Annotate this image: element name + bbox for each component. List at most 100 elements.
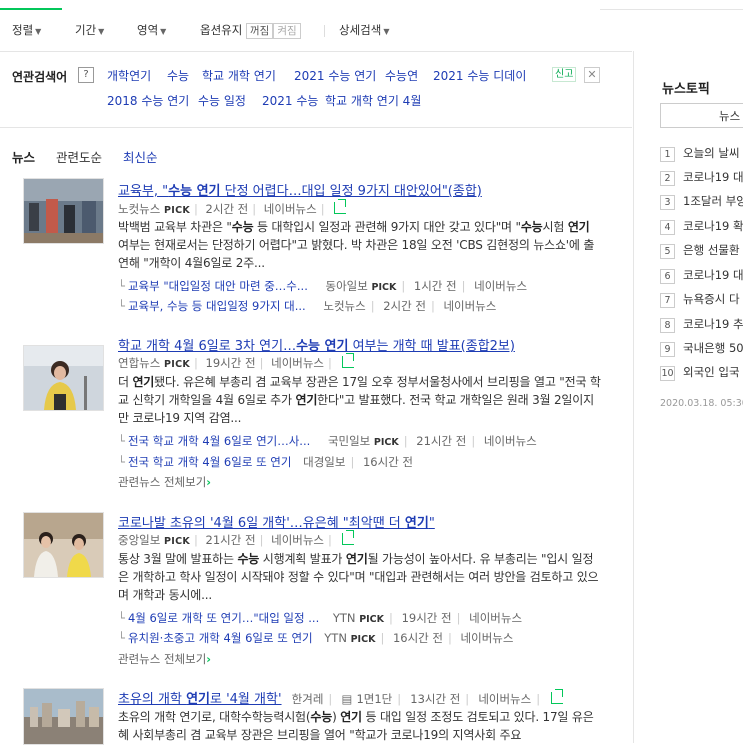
- related-keyword[interactable]: 2021 수능 디데이: [433, 67, 526, 84]
- related-news-link[interactable]: 유치원·초중고 개학 4월 6일로 또 연기: [128, 631, 313, 645]
- close-icon[interactable]: ✕: [584, 67, 600, 83]
- external-link-icon[interactable]: [341, 530, 354, 545]
- divider: |: [448, 631, 452, 645]
- news-topic-item[interactable]: 4 코로나19 확: [660, 218, 743, 235]
- related-keyword[interactable]: 수능: [167, 67, 189, 84]
- related-searches-label: 연관검색어: [12, 70, 68, 84]
- related-keyword[interactable]: 수능 일정: [198, 92, 246, 109]
- related-news-link[interactable]: 교육부, 수능 등 대입일정 9가지 대...: [128, 299, 306, 313]
- desc-text: 통상 3월 말에 발표하는: [118, 552, 238, 566]
- naver-news-link[interactable]: 네이버뉴스: [461, 631, 514, 645]
- related-news-more-link[interactable]: 관련뉴스 전체보기›: [118, 651, 211, 667]
- news-topic-tab[interactable]: 뉴스: [660, 103, 743, 128]
- related-keyword[interactable]: 학교 개학 연기: [202, 67, 276, 84]
- news-topic-item[interactable]: 7 뉴욕증시 다: [660, 291, 740, 308]
- chevron-down-icon: ▼: [98, 27, 105, 36]
- title-text: 단정 어렵다…대입 일정 9가지 대안있어"(종합): [220, 184, 482, 199]
- related-keyword[interactable]: 2021 수능 연기: [294, 67, 376, 84]
- news-thumbnail[interactable]: [23, 345, 104, 411]
- news-thumbnail[interactable]: [23, 178, 104, 244]
- news-source[interactable]: 노컷뉴스: [323, 299, 365, 313]
- news-title-link[interactable]: 코로나발 초유의 '4월 6일 개학'…유은혜 "최악땐 더 연기": [118, 512, 435, 531]
- related-keyword[interactable]: 수능연: [385, 67, 418, 84]
- related-news-link[interactable]: 전국 학교 개학 4월 6일로 연기…사...: [128, 434, 310, 448]
- naver-news-link[interactable]: 네이버뉴스: [271, 533, 324, 547]
- option-keep-on-toggle[interactable]: 켜짐: [273, 23, 301, 39]
- naver-news-link[interactable]: 네이버뉴스: [478, 692, 531, 706]
- news-source[interactable]: 한겨레: [292, 692, 324, 706]
- news-topic-item[interactable]: 3 1조달러 부양: [660, 193, 743, 210]
- news-source[interactable]: 중앙일보: [118, 533, 160, 547]
- external-link-icon[interactable]: [341, 353, 354, 368]
- news-source[interactable]: YTN: [324, 631, 347, 645]
- desc-highlight: 수능: [520, 220, 543, 234]
- paper-page: 1면1단: [356, 692, 393, 706]
- naver-news-link[interactable]: 네이버뉴스: [271, 356, 324, 370]
- desc-highlight: 연기: [132, 375, 155, 389]
- right-column-border: [633, 51, 634, 743]
- news-thumbnail[interactable]: [23, 512, 104, 578]
- naver-news-link[interactable]: 네이버뉴스: [443, 299, 496, 313]
- period-dropdown[interactable]: 기간 ▼: [75, 22, 104, 38]
- news-source[interactable]: 대경일보: [303, 455, 345, 469]
- corner-icon: └: [118, 631, 125, 645]
- news-thumbnail[interactable]: [23, 688, 104, 745]
- option-keep: 옵션유지 꺼짐 켜짐: [200, 22, 301, 39]
- news-time: 21시간 전: [205, 533, 256, 547]
- news-topic-item[interactable]: 8 코로나19 추: [660, 316, 743, 333]
- related-news-link[interactable]: 4월 6일로 개학 또 연기…"대입 일정 ...: [128, 611, 319, 625]
- related-keyword[interactable]: 2021 수능: [262, 92, 318, 109]
- related-keyword[interactable]: 개학연기: [107, 67, 151, 84]
- tab-latest[interactable]: 최신순: [123, 147, 158, 166]
- news-topic-item[interactable]: 6 코로나19 대: [660, 267, 743, 284]
- title-highlight: 수능 연기: [296, 339, 349, 354]
- pick-badge: PICK: [371, 282, 397, 293]
- news-source[interactable]: 동아일보: [326, 279, 368, 293]
- news-topic-item[interactable]: 1 오늘의 날씨: [660, 145, 740, 162]
- divider: |: [370, 299, 375, 313]
- news-topic-item[interactable]: 10 외국인 입국: [660, 364, 740, 381]
- external-link-icon[interactable]: [334, 199, 347, 214]
- rank-badge: 1: [660, 147, 675, 162]
- news-source[interactable]: 연합뉴스: [118, 356, 160, 370]
- news-title-link[interactable]: 초유의 개학 연기로 '4월 개학': [118, 692, 282, 707]
- news-topic-item[interactable]: 5 은행 선물환: [660, 242, 740, 259]
- news-title-link[interactable]: 학교 개학 4월 6일로 3차 연기…수능 연기 여부는 개학 때 발표(종합2…: [118, 335, 515, 354]
- naver-news-link[interactable]: 네이버뉴스: [469, 611, 522, 625]
- news-topic-item[interactable]: 9 국내은행 50: [660, 340, 743, 357]
- news-title-link[interactable]: 교육부, "수능 연기 단정 어렵다…대입 일정 9가지 대안있어"(종합): [118, 180, 482, 199]
- news-source[interactable]: 국민일보: [328, 434, 370, 448]
- title-text: ": [428, 516, 435, 531]
- divider: |: [194, 356, 198, 370]
- report-button[interactable]: 신고: [552, 67, 577, 82]
- topic-label: 외국인 입국: [683, 365, 740, 379]
- naver-news-link[interactable]: 네이버뉴스: [264, 202, 317, 216]
- area-dropdown[interactable]: 영역 ▼: [137, 22, 166, 38]
- news-description: 통상 3월 말에 발표하는 수능 시행계획 발표가 연기될 가능성이 높아서다.…: [118, 550, 602, 604]
- corner-icon: └: [118, 455, 125, 469]
- desc-highlight: 연기: [295, 393, 318, 407]
- tab-relevance[interactable]: 관련도순: [56, 147, 102, 166]
- related-news-link[interactable]: 전국 학교 개학 4월 6일로 또 연기: [128, 455, 292, 469]
- related-keyword[interactable]: 2018 수능 연기: [107, 92, 189, 109]
- naver-news-link[interactable]: 네이버뉴스: [474, 279, 527, 293]
- help-icon[interactable]: ?: [78, 67, 94, 83]
- desc-highlight: 수능: [231, 220, 254, 234]
- pick-badge: PICK: [350, 634, 376, 645]
- related-news-more-link[interactable]: 관련뉴스 전체보기›: [118, 474, 211, 490]
- option-keep-off-toggle[interactable]: 꺼짐: [245, 23, 274, 39]
- news-topic-item[interactable]: 2 코로나19 대: [660, 169, 743, 186]
- news-source[interactable]: 노컷뉴스: [118, 202, 160, 216]
- external-link-icon[interactable]: [551, 689, 564, 704]
- tab-news[interactable]: 뉴스: [12, 147, 35, 166]
- related-news-link[interactable]: 교육부 "대입일정 대안 마련 중…수...: [128, 279, 308, 293]
- news-source[interactable]: YTN: [333, 611, 356, 625]
- related-news-item: └ 유치원·초중고 개학 4월 6일로 또 연기 YTN PICK | 16시간 전…: [118, 630, 513, 646]
- naver-news-link[interactable]: 네이버뉴스: [484, 434, 537, 448]
- topic-label: 은행 선물환: [683, 243, 740, 257]
- desc-text: 시행계획 발표가: [259, 552, 346, 566]
- divider: |: [456, 611, 461, 625]
- sort-dropdown[interactable]: 정렬 ▼: [12, 22, 41, 38]
- detail-search-dropdown[interactable]: 상세검색 ▼: [339, 22, 389, 38]
- related-keyword[interactable]: 학교 개학 연기 4월: [325, 92, 421, 109]
